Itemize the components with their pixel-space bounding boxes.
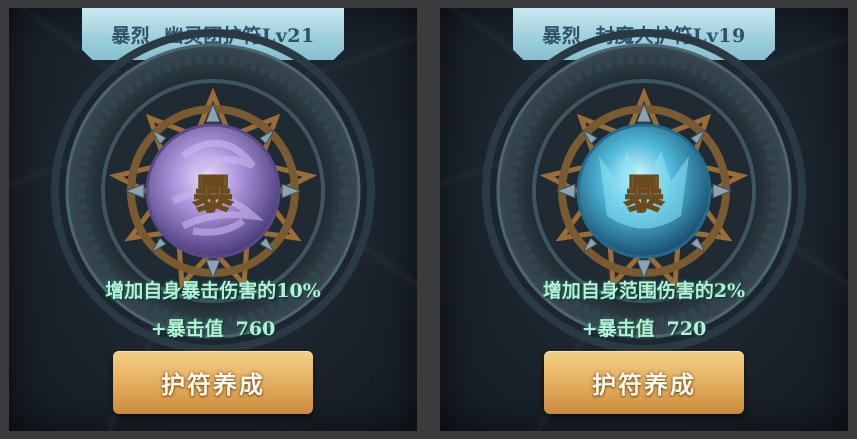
amulet-emblem: 暴 (48, 26, 378, 356)
amulet-stat: +暴击值 760 (9, 314, 417, 341)
amulet-stat: +暴击值 720 (440, 314, 848, 341)
amulet-emblem-graphic: 暴 (482, 29, 806, 353)
amulet-description: 增加自身范围伤害的2% (542, 280, 746, 302)
stat-value: 720 (666, 318, 707, 340)
amulet-card-1: 暴烈 幽灵团护符Lv21 暴 增加自身暴击伤害的10% +暴击值 760 护符养… (9, 8, 417, 431)
amulet-upgrade-button-label: 护符养成 (592, 370, 696, 399)
amulet-description: 增加自身暴击伤害的10% (105, 280, 321, 302)
stat-label: +暴击值 (581, 318, 655, 340)
stat-value: 760 (235, 318, 276, 340)
amulet-upgrade-button[interactable]: 护符养成 (113, 351, 313, 414)
amulet-upgrade-button-label: 护符养成 (161, 370, 265, 399)
gem-glyph: 暴 (624, 171, 664, 218)
amulet-card-2: 暴烈 封魔人护符Lv19 暴 增加自身范围伤害的2% +暴击值 720 护符养成 (440, 8, 848, 431)
amulet-emblem-graphic: 暴 (51, 29, 375, 353)
amulet-emblem: 暴 (479, 26, 809, 356)
stat-label: +暴击值 (150, 318, 224, 340)
amulet-upgrade-button[interactable]: 护符养成 (544, 351, 744, 414)
gem-glyph: 暴 (193, 171, 233, 218)
